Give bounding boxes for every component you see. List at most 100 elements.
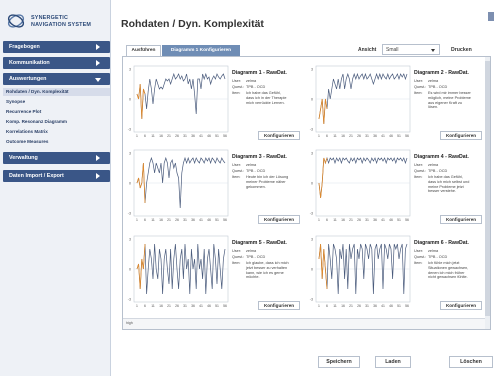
tab-ausfuhren[interactable]: Ausführen <box>126 45 161 56</box>
x-tick-label: 56 <box>223 304 227 308</box>
x-tick-label: 1 <box>136 218 138 222</box>
x-tick-label: 56 <box>405 134 409 138</box>
quest-value: TPB - OCD <box>246 85 266 89</box>
item-text: Heute bin ich der Lösung meiner Probleme… <box>246 175 289 189</box>
sidebar-subitem-outcome-measures[interactable]: Outcome Measures <box>3 138 110 146</box>
user-key: User: <box>414 249 424 253</box>
user-row: User: zelma <box>414 163 438 167</box>
diagram-info: Diagramm 2 - RawDat. User: zelma Quest.: TPB… <box>414 70 484 130</box>
sidebar-item-label: Kommunikation <box>9 60 50 66</box>
x-tick-label: 31 <box>183 218 187 222</box>
diagram-5: 3 0 -3 1 6 11 16 21 26 31 36 41 46 51 56 Diagramm 5 - R… <box>124 232 305 314</box>
sidebar-subitem-resonanz[interactable]: Komp. Resonanz Diagramm <box>3 118 110 126</box>
configure-button[interactable]: Konfigurieren <box>440 131 482 140</box>
quest-value: TPB - OCD <box>428 85 448 89</box>
diagram-title: Diagramm 1 - RawDat. <box>232 70 287 76</box>
user-key: User: <box>414 163 424 167</box>
print-button[interactable]: Drucken <box>451 47 472 53</box>
x-tick-label: 31 <box>365 134 369 138</box>
item-key: Item: <box>232 261 241 265</box>
x-tick-label: 26 <box>175 134 179 138</box>
x-tick-label: 31 <box>365 304 369 308</box>
y-tick-label: 3 <box>311 152 313 156</box>
sidebar-subitem-rohdaten[interactable]: Rohdaten / Dyn. Komplexität <box>3 88 110 96</box>
logo-text-line2: NAVIGATION SYSTEM <box>31 22 92 28</box>
x-tick-label: 11 <box>333 134 337 138</box>
configure-button[interactable]: Konfigurieren <box>258 301 300 310</box>
sidebar-item-kommunikation[interactable]: Kommunikation <box>3 57 110 69</box>
ansicht-select[interactable]: Small <box>382 44 440 55</box>
user-value: zelma <box>246 163 257 167</box>
diagram-1: 3 0 -3 1 6 11 16 21 26 31 36 41 46 51 56 Diagramm 1 - R… <box>124 62 305 144</box>
item-row: Item: <box>414 261 428 265</box>
y-tick-label: 3 <box>311 238 313 242</box>
item-row: Item: <box>232 175 246 179</box>
bookmark-icon[interactable] <box>488 12 494 21</box>
sidebar-subitem-recurrence-plot[interactable]: Recurrence Plot <box>3 108 110 116</box>
diagram-info: Diagramm 5 - RawDat. User: zelma Quest.: TPB… <box>232 240 302 300</box>
x-tick-label: 16 <box>341 218 345 222</box>
item-text: Ich fühle mich jetzt Situationen gewachs… <box>428 261 469 280</box>
x-tick-label: 26 <box>175 304 179 308</box>
delete-button[interactable]: Löschen <box>449 356 493 368</box>
load-button[interactable]: Laden <box>375 356 411 368</box>
sidebar-subitem-synopse[interactable]: Synopse <box>3 98 110 106</box>
configure-button[interactable]: Konfigurieren <box>258 215 300 224</box>
configure-button[interactable]: Konfigurieren <box>258 131 300 140</box>
x-tick-label: 26 <box>357 304 361 308</box>
save-button[interactable]: Speichern <box>318 356 360 368</box>
y-tick-label: 0 <box>311 98 313 102</box>
x-tick-label: 36 <box>373 218 377 222</box>
configure-button[interactable]: Konfigurieren <box>440 215 482 224</box>
diagram-title: Diagramm 6 - RawDat. <box>414 240 469 246</box>
logo-text-line1: SYNERGETIC <box>31 15 69 21</box>
chevron-right-icon <box>96 173 100 179</box>
x-tick-label: 51 <box>397 134 401 138</box>
sidebar-item-daten-import-export[interactable]: Daten Import / Export <box>3 170 110 182</box>
chevron-down-icon <box>95 78 101 82</box>
diagram-info: Diagramm 4 - RawDat. User: zelma Quest.: TPB… <box>414 154 484 214</box>
x-tick-label: 51 <box>215 218 219 222</box>
diagram-3: 3 0 -3 1 6 11 16 21 26 31 36 41 46 51 56 Diagramm 3 - R… <box>124 146 305 228</box>
x-tick-label: 6 <box>144 134 146 138</box>
diagram-4: 3 0 -3 1 6 11 16 21 26 31 36 41 46 51 56 Diagramm 4 - R… <box>306 146 487 228</box>
y-tick-label: 3 <box>129 152 131 156</box>
chevron-right-icon <box>96 44 100 50</box>
sidebar-subitem-korrelations-matrix[interactable]: Korrelations Matrix <box>3 128 110 136</box>
x-tick-label: 6 <box>144 218 146 222</box>
x-tick-label: 46 <box>207 134 211 138</box>
x-tick-label: 1 <box>318 304 320 308</box>
page-title: Rohdaten / Dyn. Komplexität <box>121 18 264 30</box>
tab-diagramm-konfigurieren[interactable]: Diagramm 1 Konfigurieren <box>162 45 240 56</box>
x-tick-label: 36 <box>373 304 377 308</box>
diagram-info: Diagramm 6 - RawDat. User: zelma Quest.: TPB… <box>414 240 484 300</box>
quest-row: Quest.: TPB - OCD <box>414 85 447 89</box>
x-tick-label: 51 <box>397 218 401 222</box>
x-tick-label: 21 <box>167 304 171 308</box>
item-key: Item: <box>414 261 423 265</box>
x-tick-label: 21 <box>349 218 353 222</box>
x-tick-label: 16 <box>159 218 163 222</box>
x-tick-label: 41 <box>381 134 385 138</box>
configure-button[interactable]: Konfigurieren <box>440 301 482 310</box>
item-row: Item: <box>232 91 246 95</box>
sidebar-item-auswertungen[interactable]: Auswertungen <box>3 73 110 85</box>
quest-key: Quest.: <box>232 255 245 259</box>
chevron-right-icon <box>96 60 100 66</box>
diagram-title: Diagramm 5 - RawDat. <box>232 240 287 246</box>
item-key: Item: <box>414 91 423 95</box>
x-tick-label: 1 <box>136 134 138 138</box>
y-tick-label: -3 <box>310 128 313 132</box>
quest-row: Quest.: TPB - OCD <box>232 255 265 259</box>
user-value: zelma <box>428 249 439 253</box>
y-tick-label: -3 <box>310 212 313 216</box>
quest-key: Quest.: <box>232 85 245 89</box>
ansicht-select-value: Small <box>386 47 399 53</box>
y-tick-label: -3 <box>128 212 131 216</box>
sidebar: SYNERGETIC NAVIGATION SYSTEM Fragebogen … <box>0 0 111 376</box>
sidebar-item-fragebogen[interactable]: Fragebogen <box>3 41 110 53</box>
x-tick-label: 31 <box>183 134 187 138</box>
quest-value: TPB - OCD <box>428 169 448 173</box>
sidebar-item-verwaltung[interactable]: Verwaltung <box>3 152 110 164</box>
user-key: User: <box>232 163 242 167</box>
